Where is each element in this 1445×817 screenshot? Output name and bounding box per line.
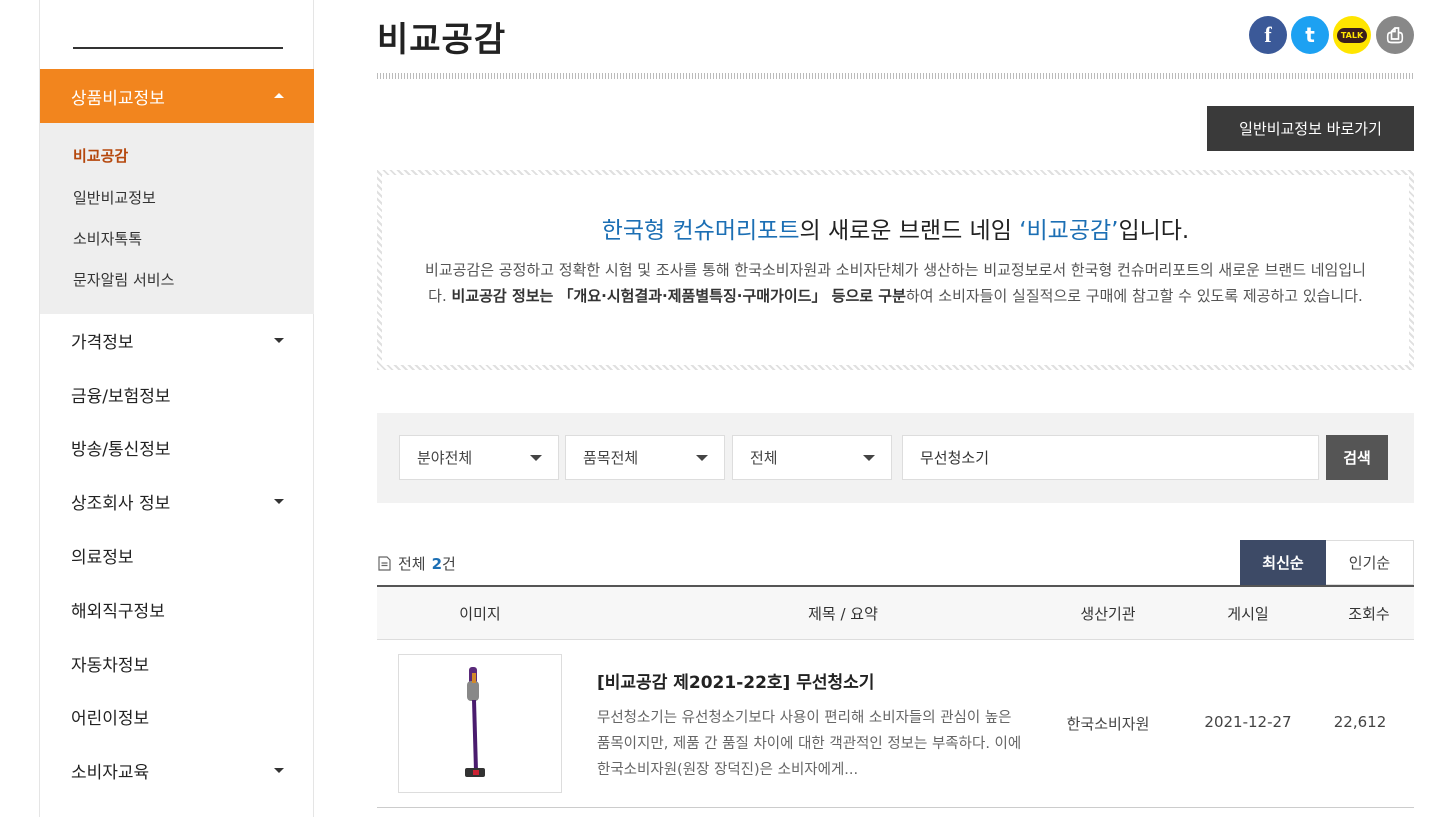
page-title: 비교공감 bbox=[377, 20, 507, 60]
sort-latest-button[interactable]: 최신순 bbox=[1240, 540, 1326, 585]
caret-down-icon bbox=[274, 499, 284, 504]
sidebar-item[interactable]: 가격정보 bbox=[40, 314, 314, 367]
column-header-date: 게시일 bbox=[1227, 605, 1269, 623]
print-icon-glyph: ⎙ bbox=[1387, 23, 1403, 47]
document-icon bbox=[378, 556, 391, 571]
column-header-views: 조회수 bbox=[1348, 605, 1390, 623]
table-row[interactable]: [비교공감 제2021-22호] 무선청소기 무선청소기는 유선청소기보다 사용… bbox=[377, 640, 1414, 808]
caret-down-icon bbox=[274, 768, 284, 773]
facebook-icon[interactable]: f bbox=[1249, 16, 1287, 54]
sidebar-item-label: 소비자교육 bbox=[71, 763, 150, 783]
general-compare-link-button[interactable]: 일반비교정보 바로가기 bbox=[1207, 106, 1414, 151]
item-select[interactable]: 품목전체 bbox=[565, 435, 725, 480]
cordless-vacuum-image bbox=[465, 667, 485, 777]
twitter-icon-glyph: t bbox=[1305, 23, 1315, 47]
item-select-value: 품목전체 bbox=[583, 449, 639, 467]
submenu-item-consumer-talk[interactable]: 소비자톡톡 bbox=[73, 228, 142, 249]
submenu-item-sms-alert[interactable]: 문자알림 서비스 bbox=[73, 269, 174, 290]
scope-select[interactable]: 전체 bbox=[732, 435, 892, 480]
sidebar-item[interactable]: 상조회사 정보 bbox=[40, 475, 314, 528]
product-thumbnail[interactable] bbox=[398, 654, 562, 793]
sidebar-item[interactable]: 해외직구정보 bbox=[40, 583, 314, 636]
post-agency: 한국소비자원 bbox=[1066, 715, 1150, 733]
twitter-icon[interactable]: t bbox=[1291, 16, 1329, 54]
field-select[interactable]: 분야전체 bbox=[399, 435, 559, 480]
sidebar-item-label: 상조회사 정보 bbox=[71, 494, 171, 514]
caret-up-icon bbox=[274, 93, 284, 98]
chevron-down-icon bbox=[530, 455, 542, 461]
intro-body-part: 하여 소비자들이 실질적으로 구매에 참고할 수 있도록 제공하고 있습니다. bbox=[905, 287, 1363, 305]
result-count: 전체 2건 bbox=[377, 553, 456, 574]
intro-headline-part: 한국형 컨슈머리포트 bbox=[601, 218, 800, 244]
intro-body: 비교공감은 공정하고 정확한 시험 및 조사를 통해 한국소비자원과 소비자단체… bbox=[422, 257, 1369, 309]
sidebar-item-label: 방송/통신정보 bbox=[71, 440, 171, 460]
sidebar: 상품비교정보 비교공감 일반비교정보 소비자톡톡 문자알림 서비스 가격정보금융… bbox=[39, 0, 314, 817]
intro-headline-brand: ‘비교공감’ bbox=[1019, 218, 1119, 244]
sidebar-item-label: 금융/보험정보 bbox=[71, 387, 171, 407]
sidebar-item[interactable]: 어린이정보 bbox=[40, 690, 314, 743]
sidebar-item[interactable]: 방송/통신정보 bbox=[40, 421, 314, 474]
kakaotalk-icon[interactable]: TALK bbox=[1333, 16, 1371, 54]
intro-headline: 한국형 컨슈머리포트의 새로운 브랜드 네임 ‘비교공감’입니다. bbox=[382, 211, 1409, 245]
sidebar-item-label: 어린이정보 bbox=[71, 709, 150, 729]
kakaotalk-icon-glyph: TALK bbox=[1336, 27, 1368, 43]
search-button[interactable]: 검색 bbox=[1326, 435, 1388, 480]
title-divider bbox=[377, 73, 1414, 79]
result-count-label: 전체 bbox=[398, 555, 426, 573]
scope-select-value: 전체 bbox=[750, 449, 778, 467]
chevron-down-icon bbox=[696, 455, 708, 461]
post-title-link[interactable]: [비교공감 제2021-22호] 무선청소기 bbox=[597, 668, 874, 693]
search-panel: 분야전체 품목전체 전체 검색 bbox=[377, 413, 1414, 503]
sidebar-item[interactable]: 자동차정보 bbox=[40, 637, 314, 690]
sidebar-item[interactable]: 소비자교육 bbox=[40, 744, 314, 797]
table-header: 이미지 제목 / 요약 생산기관 게시일 조회수 bbox=[377, 585, 1414, 640]
intro-box: 한국형 컨슈머리포트의 새로운 브랜드 네임 ‘비교공감’입니다. 비교공감은 … bbox=[377, 170, 1414, 370]
column-header-title: 제목 / 요약 bbox=[808, 605, 878, 623]
sidebar-divider bbox=[73, 47, 283, 49]
intro-headline-part: 입니다. bbox=[1118, 218, 1190, 244]
sidebar-item[interactable]: 의료정보 bbox=[40, 529, 314, 582]
sidebar-item-label: 상품비교정보 bbox=[71, 88, 165, 109]
post-date: 2021-12-27 bbox=[1204, 713, 1292, 731]
sidebar-item-label: 자동차정보 bbox=[71, 656, 150, 676]
search-input[interactable] bbox=[902, 435, 1319, 480]
sidebar-item[interactable]: 금융/보험정보 bbox=[40, 368, 314, 421]
caret-down-icon bbox=[274, 338, 284, 343]
sidebar-item-product-compare[interactable]: 상품비교정보 bbox=[40, 69, 314, 123]
result-count-number: 2 bbox=[431, 555, 443, 573]
intro-body-bold: 비교공감 정보는 「개요·시험결과·제품별특징·구매가이드」 등으로 구분 bbox=[451, 287, 906, 305]
intro-headline-part: 의 새로운 브랜드 네임 bbox=[799, 218, 1020, 244]
sort-popular-button[interactable]: 인기순 bbox=[1326, 540, 1414, 585]
chevron-down-icon bbox=[863, 455, 875, 461]
column-header-image: 이미지 bbox=[459, 605, 501, 623]
submenu-item-general-compare[interactable]: 일반비교정보 bbox=[73, 187, 156, 208]
result-count-suffix: 건 bbox=[442, 555, 456, 573]
post-views: 22,612 bbox=[1333, 713, 1387, 731]
facebook-icon-glyph: f bbox=[1264, 22, 1272, 47]
submenu: 비교공감 일반비교정보 소비자톡톡 문자알림 서비스 bbox=[40, 123, 314, 314]
sidebar-item-label: 해외직구정보 bbox=[71, 602, 165, 622]
field-select-value: 분야전체 bbox=[417, 449, 473, 467]
sidebar-item-label: 의료정보 bbox=[71, 548, 134, 568]
submenu-item-bigyo-gonggam[interactable]: 비교공감 bbox=[73, 145, 128, 166]
column-header-agency: 생산기관 bbox=[1080, 605, 1136, 623]
print-icon[interactable]: ⎙ bbox=[1376, 16, 1414, 54]
sidebar-item-label: 가격정보 bbox=[71, 333, 134, 353]
post-summary: 무선청소기는 유선청소기보다 사용이 편리해 소비자들의 관심이 높은 품목이지… bbox=[597, 710, 1022, 778]
